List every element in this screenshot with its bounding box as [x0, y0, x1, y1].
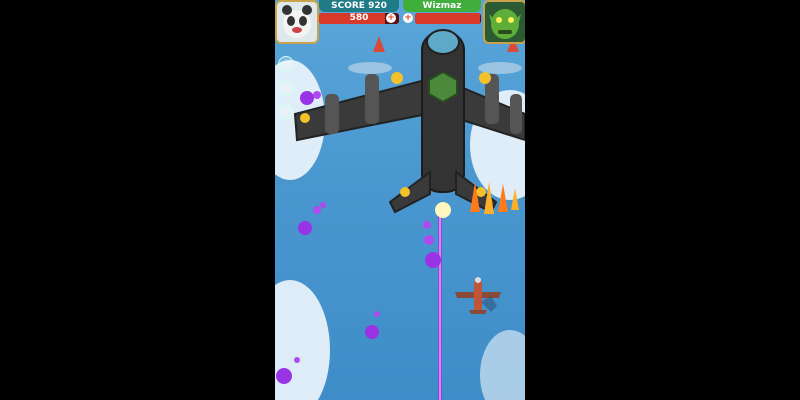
letterbox-left [0, 0, 275, 400]
projectile [313, 91, 321, 99]
powerup-icon[interactable] [278, 56, 294, 72]
letterbox-right [525, 0, 800, 400]
projectile [313, 206, 321, 214]
projectile [424, 235, 434, 245]
boss-name: Wizmaz [403, 0, 481, 12]
boss-avatar [483, 0, 525, 44]
score-label: SCORE 920 [319, 0, 399, 12]
player-shadow [481, 296, 497, 312]
player-plus-icon[interactable]: + [386, 13, 396, 23]
player-fuselage [474, 280, 482, 312]
enemy-projectiles [276, 91, 441, 384]
powerup-icon[interactable] [278, 104, 294, 120]
projectile [276, 368, 292, 384]
player-tail [469, 310, 487, 314]
panda-face-icon [282, 5, 312, 38]
projectile [423, 221, 431, 229]
projectile [300, 91, 314, 105]
projectile [320, 202, 326, 208]
game-viewport[interactable]: SCORE 920 580 + Wizmaz + [275, 0, 525, 400]
player-ship[interactable] [455, 276, 501, 322]
player-propeller [475, 277, 481, 283]
hud: SCORE 920 580 + Wizmaz + [275, 0, 525, 44]
boss-plus-icon[interactable]: + [403, 13, 413, 23]
projectile [365, 325, 379, 339]
player-avatar [275, 0, 319, 44]
green-orc-face-icon [489, 9, 521, 39]
powerup-icon[interactable] [278, 80, 294, 96]
boss-health-fill [415, 13, 480, 24]
projectile [374, 311, 380, 317]
projectile [298, 221, 312, 235]
boss-health-bar [415, 13, 481, 24]
projectile [425, 252, 441, 268]
projectile [294, 357, 300, 363]
